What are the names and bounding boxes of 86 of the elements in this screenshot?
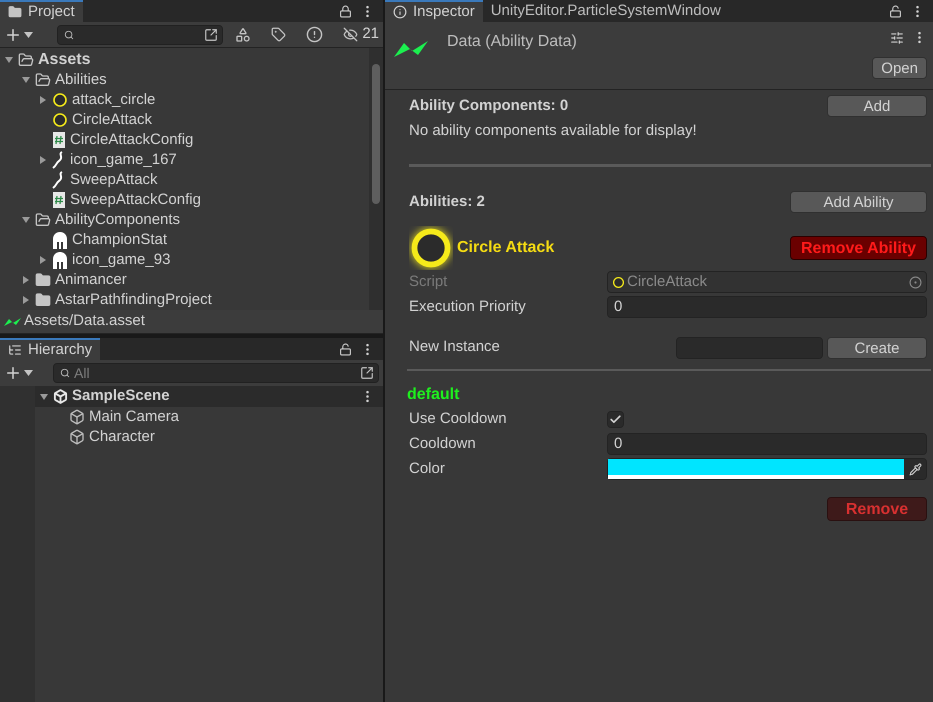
add-button[interactable]: Add — [827, 95, 927, 118]
asset-label[interactable]: SweepAttack — [70, 171, 158, 189]
shapes-icon[interactable] — [235, 26, 252, 42]
expanded-arrow-icon[interactable] — [39, 392, 49, 402]
script-field: CircleAttack — [607, 271, 927, 293]
search-icon — [64, 30, 74, 40]
hierarchy-tab[interactable]: Hierarchy — [0, 338, 100, 360]
section-heading: Abilities: 2 — [409, 192, 485, 212]
helmet-icon — [52, 252, 68, 268]
asset-label[interactable]: CircleAttack — [72, 111, 152, 129]
field-label: Script — [409, 272, 448, 292]
hidden-count: 21 — [362, 24, 379, 44]
helmet-icon — [52, 232, 68, 248]
project-tab[interactable]: Project — [0, 0, 83, 22]
asset-label[interactable]: Abilities — [55, 71, 107, 89]
check-icon — [609, 412, 622, 426]
ring-icon — [52, 112, 68, 128]
scrollbar[interactable] — [369, 48, 383, 310]
settings-icon[interactable] — [890, 30, 904, 44]
number-field[interactable]: 0 — [607, 433, 927, 455]
script-file-icon — [52, 192, 66, 208]
folder-icon — [35, 272, 51, 288]
create-button[interactable]: Create — [827, 336, 927, 358]
checkbox[interactable] — [607, 410, 624, 428]
selected-asset-path: Assets/Data.asset — [24, 311, 145, 332]
asset-label[interactable]: icon_game_93 — [72, 251, 170, 269]
create-icon[interactable] — [4, 364, 22, 382]
game-object-label[interactable]: Main Camera — [89, 406, 180, 428]
object-picker-icon[interactable] — [909, 276, 922, 288]
inspector-tab[interactable]: Inspector — [385, 0, 483, 22]
cube-icon — [69, 429, 85, 445]
zigzag-icon — [4, 316, 22, 326]
section-heading: default — [407, 384, 460, 404]
collapsed-arrow-icon[interactable] — [38, 155, 48, 165]
expanded-arrow-icon[interactable] — [21, 215, 31, 225]
folder-icon — [8, 5, 22, 19]
number-field[interactable]: 0 — [607, 296, 927, 318]
color-swatch[interactable] — [608, 459, 904, 479]
asset-label[interactable]: AbilityComponents — [55, 211, 180, 229]
warning-icon[interactable] — [306, 26, 324, 43]
info-icon — [393, 5, 407, 19]
field-label: New Instance — [409, 337, 501, 358]
field-label: Color — [409, 458, 446, 479]
ring-icon — [52, 92, 68, 108]
folder-icon — [35, 292, 51, 308]
asset-label[interactable]: AstarPathfindingProject — [55, 291, 212, 309]
cube-icon — [69, 409, 85, 425]
asset-label[interactable]: Animancer — [55, 271, 127, 289]
ability-name: Circle Attack — [457, 238, 554, 258]
asset-label[interactable]: ChampionStat — [72, 231, 168, 249]
ring-icon — [612, 276, 625, 288]
field-label: Use Cooldown — [409, 408, 508, 429]
tag-icon[interactable] — [271, 27, 286, 42]
game-object-label[interactable]: Character — [89, 426, 155, 448]
asset-label[interactable]: attack_circle — [72, 91, 156, 109]
dropdown-caret-icon[interactable] — [24, 32, 33, 38]
asset-label[interactable]: icon_game_167 — [70, 151, 177, 169]
open-button[interactable]: Open — [872, 57, 927, 79]
open-folder-icon — [35, 72, 51, 88]
collapsed-arrow-icon[interactable] — [38, 95, 48, 105]
empty-message: No ability components available for display! — [409, 120, 698, 140]
add-ability-button[interactable]: Add Ability — [790, 191, 927, 214]
field-label: Cooldown — [409, 434, 477, 454]
remove-button: Remove — [827, 496, 927, 520]
asset-title: Data (Ability Data) — [447, 32, 578, 52]
unlock-icon[interactable] — [339, 342, 352, 356]
field-label: Execution Priority — [409, 296, 527, 317]
dropdown-caret-icon[interactable] — [24, 370, 33, 376]
hidden-icon[interactable] — [343, 27, 358, 42]
asset-label[interactable]: Assets — [38, 51, 90, 69]
open-folder-icon — [18, 52, 34, 68]
popout-icon[interactable] — [204, 28, 218, 42]
ring-icon — [409, 226, 453, 270]
open-folder-icon — [35, 212, 51, 228]
section-heading: Ability Components: 0 — [409, 96, 568, 116]
list-icon — [8, 343, 22, 357]
popout-icon[interactable] — [360, 366, 374, 380]
eyedropper-icon[interactable] — [908, 462, 922, 476]
zigzag-icon — [393, 39, 431, 59]
unlock-icon[interactable] — [889, 4, 902, 18]
search-icon — [60, 368, 70, 378]
asset-label[interactable]: SweepAttackConfig — [70, 191, 201, 209]
asset-label[interactable]: CircleAttackConfig — [70, 131, 194, 149]
lock-icon[interactable] — [339, 4, 352, 18]
search-field[interactable] — [57, 24, 224, 44]
script-file-icon — [52, 132, 66, 148]
